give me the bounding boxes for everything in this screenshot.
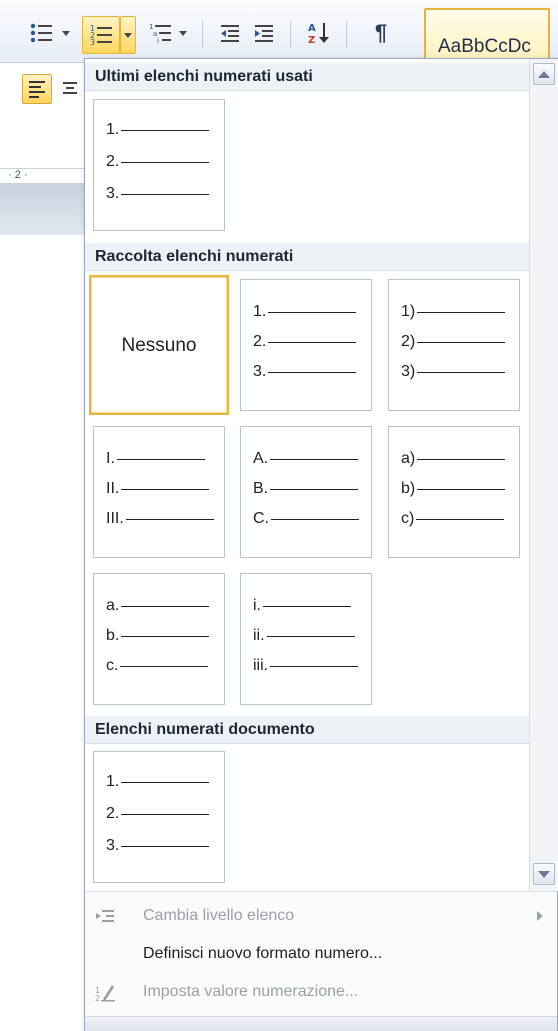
numbering-format-tile[interactable]: i. ii. iii.: [240, 573, 372, 705]
none-label: Nessuno: [121, 335, 197, 356]
bullets-dropdown[interactable]: [60, 16, 72, 50]
scroll-down-button[interactable]: [533, 863, 555, 885]
define-format-label: Definisci nuovo formato numero...: [143, 945, 383, 962]
numbering-format-tile[interactable]: 1) 2) 3): [388, 279, 520, 411]
document-numbering-header: Elenchi numerati documento: [85, 716, 529, 744]
set-value-label: Imposta valore numerazione...: [143, 983, 359, 1000]
submenu-arrow-icon: [537, 911, 543, 921]
numbering-format-tile[interactable]: A. B. C.: [240, 426, 372, 558]
numbering-dropdown[interactable]: [120, 16, 136, 54]
align-center-icon: [63, 80, 77, 98]
set-value-icon: 12: [85, 981, 125, 1003]
bullets-icon: [29, 22, 53, 44]
numbering-button[interactable]: 123: [82, 16, 120, 54]
change-list-level-item[interactable]: Cambia livello elenco: [85, 898, 557, 934]
decrease-indent-button[interactable]: [216, 16, 244, 50]
multilevel-list-button[interactable]: 1ai: [146, 16, 176, 50]
define-number-format-item[interactable]: Definisci nuovo formato numero...: [85, 936, 557, 972]
recent-numbering-header: Ultimi elenchi numerati usati: [85, 63, 529, 91]
gallery-scrollbar[interactable]: [529, 59, 558, 891]
resize-grip[interactable]: [85, 1016, 557, 1031]
numbering-format-tile[interactable]: a. b. c.: [93, 573, 225, 705]
decrease-indent-icon: [219, 23, 241, 43]
svg-text:2: 2: [95, 994, 100, 1003]
numbering-format-tile[interactable]: 1. 2. 3.: [240, 279, 372, 411]
align-center-button[interactable]: [60, 74, 80, 104]
multilevel-dropdown[interactable]: [178, 16, 188, 50]
bullets-button[interactable]: [26, 16, 56, 50]
chevron-down-icon: [179, 30, 187, 36]
pilcrow-icon: ¶: [374, 20, 388, 45]
change-level-icon: [85, 907, 125, 925]
change-level-label: Cambia livello elenco: [143, 907, 295, 924]
document-area: [0, 183, 84, 235]
multilevel-list-icon: 1ai: [148, 22, 174, 44]
numbering-icon: 123: [89, 23, 113, 47]
recent-numbering-tile[interactable]: 1. 2. 3.: [93, 99, 225, 231]
numbering-menu: Cambia livello elenco Definisci nuovo fo…: [85, 891, 557, 1031]
numbering-none-tile[interactable]: Nessuno: [89, 275, 229, 415]
arrow-down-icon: [538, 870, 550, 878]
numbering-format-tile[interactable]: I. II. III.: [93, 426, 225, 558]
increase-indent-button[interactable]: [250, 16, 278, 50]
set-numbering-value-item[interactable]: 12 Imposta valore numerazione...: [85, 974, 557, 1010]
separator: [202, 20, 203, 48]
separator: [346, 20, 347, 48]
arrow-up-icon: [538, 70, 550, 78]
sort-icon: AZ: [307, 21, 331, 45]
numbering-dropdown-panel: Ultimi elenchi numerati usati 1. 2. 3. R…: [84, 58, 558, 1031]
numbering-format-tile[interactable]: a) b) c): [388, 426, 520, 558]
chevron-down-icon: [62, 30, 70, 36]
ruler: · 2 ·: [0, 168, 84, 184]
separator: [290, 20, 291, 48]
svg-text:Z: Z: [308, 35, 315, 45]
document-numbering-tile[interactable]: 1. 2. 3.: [93, 751, 225, 883]
svg-text:A: A: [308, 23, 316, 34]
numbering-library-header: Raccolta elenchi numerati: [85, 243, 529, 271]
align-left-button[interactable]: [22, 74, 52, 104]
chevron-down-icon: [124, 32, 132, 38]
svg-text:3: 3: [90, 38, 95, 47]
show-formatting-button[interactable]: ¶: [366, 16, 396, 50]
scroll-up-button[interactable]: [533, 63, 555, 85]
sort-button[interactable]: AZ: [304, 16, 334, 50]
style-preview-text: AaBbCcDc: [438, 36, 531, 57]
increase-indent-icon: [253, 23, 275, 43]
svg-text:i: i: [157, 37, 159, 44]
